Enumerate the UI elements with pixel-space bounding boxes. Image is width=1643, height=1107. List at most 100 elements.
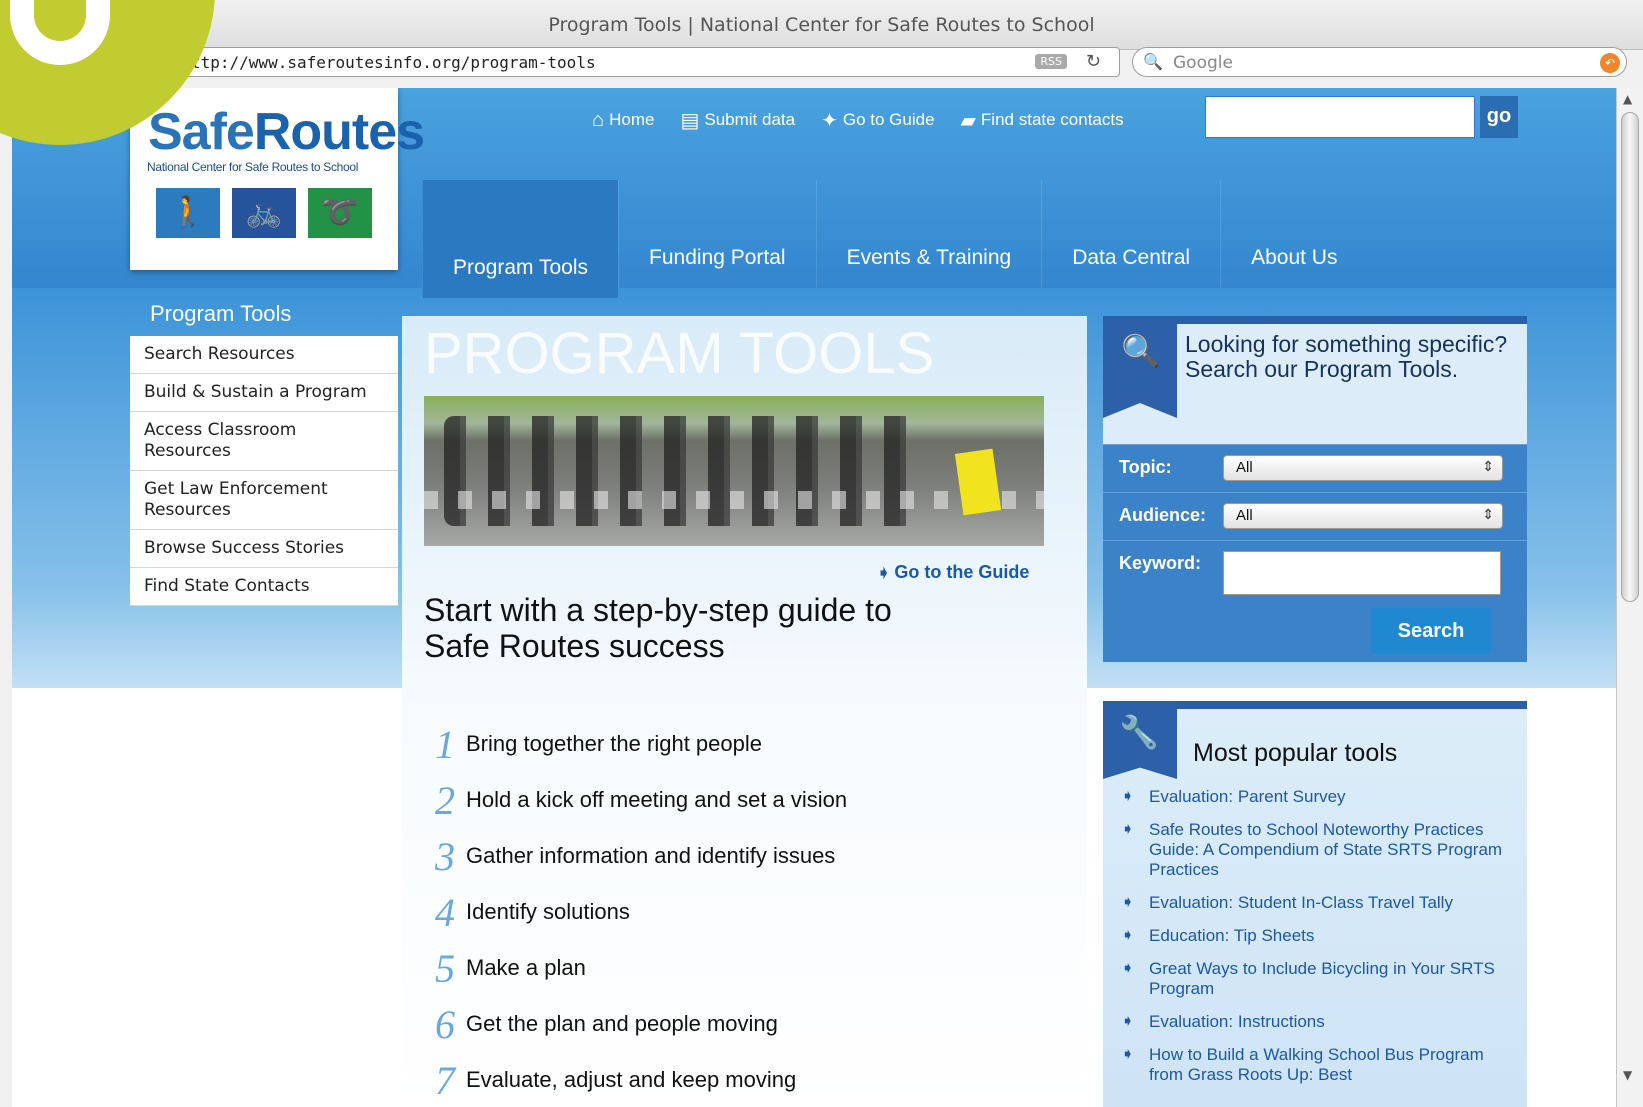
sidebar-item-classroom-resources[interactable]: Access Classroom Resources [130, 412, 398, 471]
sidebar-heading: Program Tools [150, 301, 292, 326]
arrow-right-icon: ➧ [877, 565, 891, 582]
address-bar[interactable]: ttp://www.saferoutesinfo.org/program-too… [130, 47, 1120, 77]
program-tools-search-panel: 🔍 Looking for something specific? Search… [1103, 316, 1527, 662]
step-item[interactable]: 3 Gather information and identify issues [424, 828, 1044, 884]
step-number: 5 [435, 945, 455, 991]
step-number: 4 [435, 889, 455, 935]
step-item[interactable]: 5 Make a plan [424, 940, 1044, 996]
step-item[interactable]: 1 Bring together the right people [424, 716, 1044, 772]
popular-tool-link[interactable]: ➧ Education: Tip Sheets [1119, 926, 1509, 946]
util-find-state-contacts-link[interactable]: ▰ Find state contacts [961, 102, 1124, 138]
step-text: Identify solutions [466, 899, 630, 924]
search-panel-prompt: Looking for something specific? Search o… [1185, 331, 1508, 382]
step-text: Get the plan and people moving [466, 1011, 778, 1036]
go-to-guide-link[interactable]: ➧ Go to the Guide [877, 562, 1029, 583]
util-home-link[interactable]: ⌂ Home [592, 102, 654, 138]
nav-tab-funding-portal[interactable]: Funding Portal [618, 180, 816, 288]
scroll-down-icon[interactable]: ▼ [1623, 1068, 1632, 1082]
step-item[interactable]: 7 Evaluate, adjust and keep moving [424, 1052, 1044, 1107]
audience-select[interactable]: All ⇕ [1223, 503, 1503, 529]
step-number: 2 [435, 777, 455, 823]
popular-tools-list: ➧ Evaluation: Parent Survey ➧ Safe Routes … [1119, 787, 1509, 1098]
guide-subheading: Start with a step-by-step guide to Safe … [424, 592, 892, 664]
popular-tool-link[interactable]: ➧ Safe Routes to School Noteworthy Practi… [1119, 820, 1509, 880]
main-nav: Program Tools Funding Portal Events & Tr… [422, 180, 1367, 298]
sidebar-item-state-contacts[interactable]: Find State Contacts [130, 568, 398, 606]
step-number: 1 [435, 721, 455, 767]
step-number: 3 [435, 833, 455, 879]
step-number: 6 [435, 1001, 455, 1047]
arrow-right-icon: ➧ [1121, 1013, 1135, 1030]
step-item[interactable]: 2 Hold a kick off meeting and set a visio… [424, 772, 1044, 828]
route-sign-icon: ➰ [308, 188, 372, 238]
audience-row: Audience: All ⇕ [1103, 492, 1527, 540]
popular-tool-link[interactable]: ➧ Evaluation: Student In-Class Travel Tal… [1119, 893, 1509, 913]
sidebar-item-law-enforcement[interactable]: Get Law Enforcement Resources [130, 471, 398, 530]
step-text: Evaluate, adjust and keep moving [466, 1067, 797, 1092]
popular-tools-panel: 🔧 Most popular tools ➧ Evaluation: Parent… [1103, 701, 1527, 1107]
nav-tab-program-tools[interactable]: Program Tools [422, 180, 619, 298]
select-caret-icon: ⇕ [1482, 458, 1494, 474]
step-number: 7 [435, 1057, 455, 1103]
arrow-right-icon: ➧ [1121, 960, 1135, 977]
sidebar-item-build-sustain[interactable]: Build & Sustain a Program [130, 374, 398, 412]
url-text[interactable]: ttp://www.saferoutesinfo.org/program-too… [191, 53, 596, 72]
keyword-label: Keyword: [1119, 553, 1202, 573]
browser-titlebar: Program Tools | National Center for Safe… [0, 0, 1643, 50]
browser-search-field[interactable]: 🔍 Google ↶ [1132, 47, 1627, 77]
nav-tab-events-training[interactable]: Events & Training [815, 180, 1042, 288]
nav-tab-data-central[interactable]: Data Central [1041, 180, 1220, 288]
search-button[interactable]: Search [1371, 608, 1491, 654]
page-scrollbar[interactable]: ▲ ▼ [1616, 88, 1643, 1107]
sidebar-item-search-resources[interactable]: Search Resources [130, 336, 398, 374]
photo-crosswalk [424, 491, 1044, 509]
sidebar-menu: Search Resources Build & Sustain a Progr… [130, 336, 398, 606]
web-page: SafeRoutes National Center for Safe Rout… [12, 88, 1616, 1107]
hero-photo [424, 396, 1044, 546]
util-submit-data-link[interactable]: ▤ Submit data [680, 102, 795, 138]
step-item[interactable]: 4 Identify solutions [424, 884, 1044, 940]
browser-search-placeholder: Google [1173, 53, 1233, 73]
logo-wordmark: SafeRoutes [148, 103, 425, 161]
site-search-go-button[interactable]: go [1480, 96, 1518, 138]
steps-list: 1 Bring together the right people 2 Hold a… [424, 716, 1044, 1107]
select-caret-icon: ⇕ [1482, 506, 1494, 522]
nav-tab-about-us[interactable]: About Us [1220, 180, 1367, 288]
page-title: PROGRAM TOOLS [424, 321, 935, 386]
step-text: Make a plan [466, 955, 586, 980]
window-title: Program Tools | National Center for Safe… [548, 14, 1095, 36]
popular-tool-link[interactable]: ➧ Evaluation: Parent Survey [1119, 787, 1509, 807]
topic-select[interactable]: All ⇕ [1223, 455, 1503, 481]
scrollbar-thumb[interactable] [1621, 112, 1639, 602]
popular-tool-link[interactable]: ➧ Great Ways to Include Bicycling in Your… [1119, 959, 1509, 999]
photo-crowd [444, 416, 914, 526]
arrow-right-icon: ➧ [1121, 1046, 1135, 1063]
rss-badge[interactable]: RSS [1035, 54, 1067, 69]
browser-window: Program Tools | National Center for Safe… [0, 0, 1643, 1107]
step-item[interactable]: 6 Get the plan and people moving [424, 996, 1044, 1052]
site-logo[interactable]: SafeRoutes National Center for Safe Rout… [130, 88, 425, 270]
document-icon: ▤ [680, 109, 700, 132]
reload-icon[interactable]: ↻ [1086, 51, 1101, 72]
snapback-icon[interactable]: ↶ [1600, 53, 1620, 73]
popular-tool-link[interactable]: ➧ How to Build a Walking School Bus Progr… [1119, 1045, 1509, 1085]
keyword-row: Keyword: [1103, 540, 1527, 600]
arrow-right-icon: ➧ [1121, 788, 1135, 805]
search-flag: 🔍 [1103, 318, 1177, 418]
util-go-to-guide-link[interactable]: ✦ Go to Guide [821, 102, 934, 138]
main-content: PROGRAM TOOLS ➧ Go to the Guide Start wit… [402, 316, 1087, 1107]
sidebar-item-success-stories[interactable]: Browse Success Stories [130, 530, 398, 568]
home-icon: ⌂ [592, 108, 605, 131]
popular-tool-link[interactable]: ➧ Evaluation: Instructions [1119, 1012, 1509, 1032]
tools-flag: 🔧 [1103, 703, 1177, 779]
logo-tagline: National Center for Safe Routes to Schoo… [147, 160, 359, 174]
scroll-up-icon[interactable]: ▲ [1623, 92, 1632, 106]
topic-row: Topic: All ⇕ [1103, 444, 1527, 492]
badge-number-mark [10, 0, 110, 65]
walking-icon: 🚶 [156, 188, 220, 238]
keyword-input[interactable] [1223, 551, 1501, 595]
popular-tools-heading: Most popular tools [1193, 739, 1398, 767]
site-search-input[interactable] [1205, 96, 1475, 138]
sidebar: Program Tools Search Resources Build & S… [130, 296, 398, 781]
photo-sign [954, 448, 1002, 516]
